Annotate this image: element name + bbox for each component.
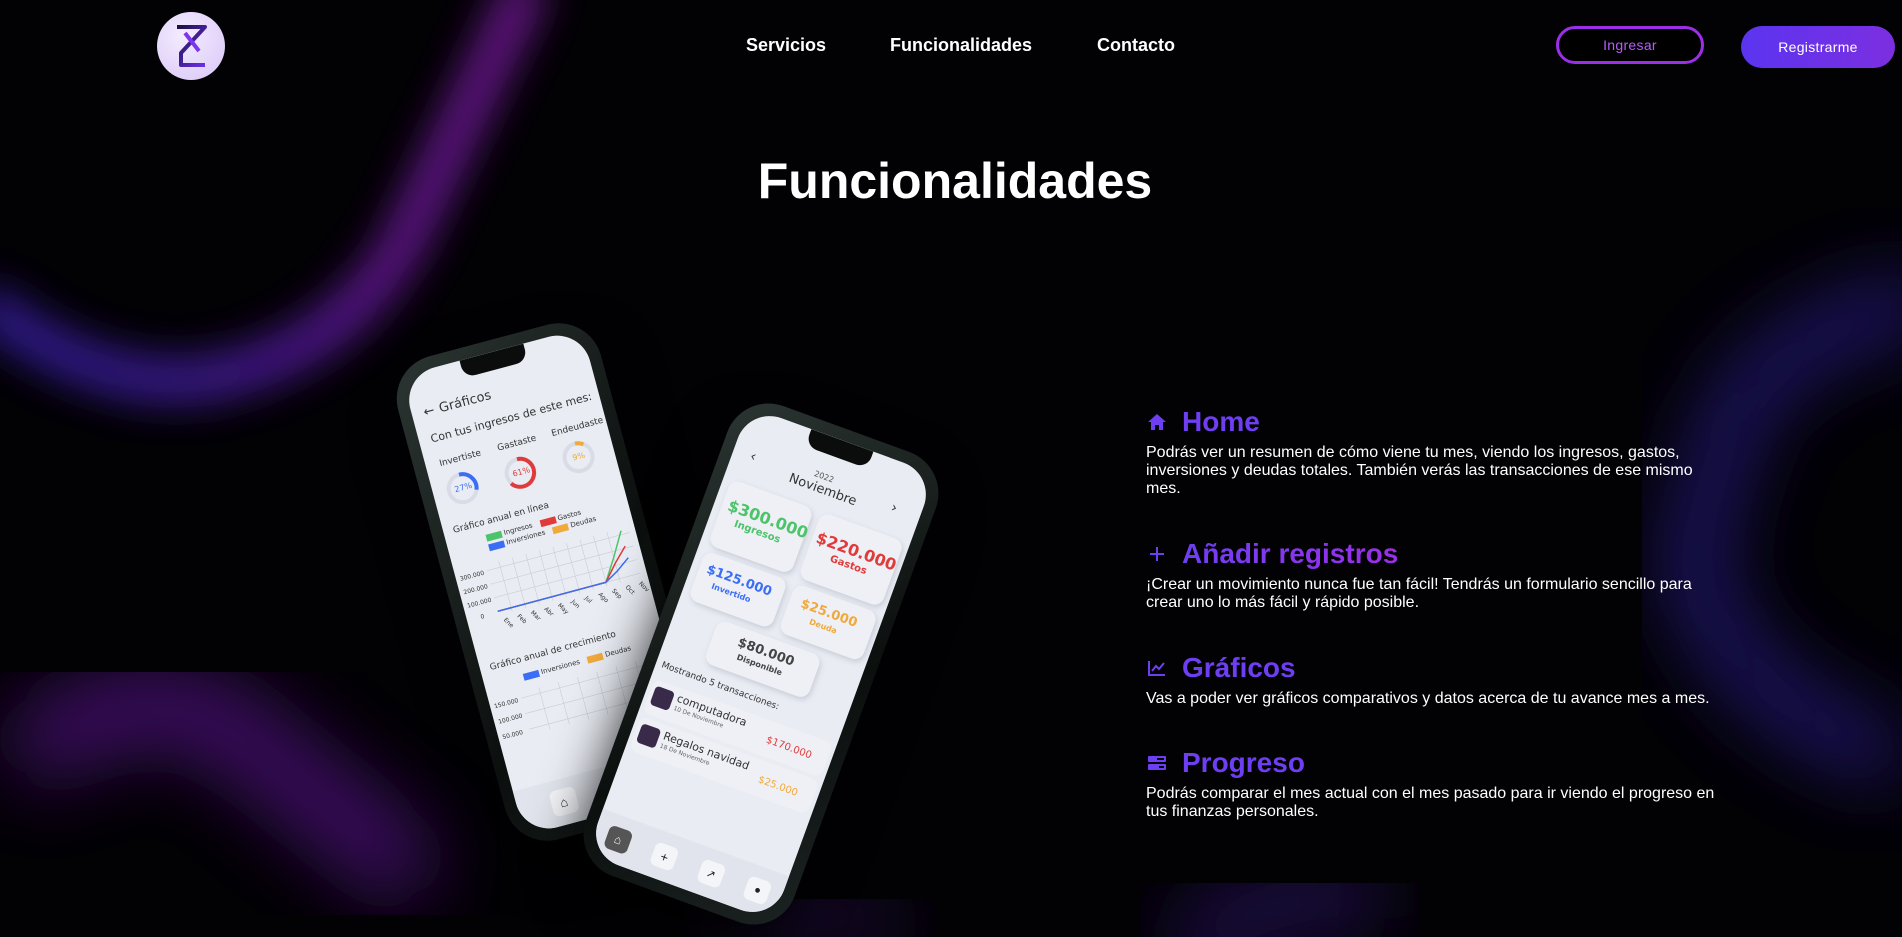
nav-link-funcionalidades[interactable]: Funcionalidades xyxy=(890,35,1032,56)
y-tick: 100.000 xyxy=(497,712,524,726)
chart-tab-icon[interactable]: ↗ xyxy=(695,858,727,889)
bottom-tabbar: ⌂ + ↗ ● xyxy=(586,808,790,922)
login-button[interactable]: Ingresar xyxy=(1556,26,1704,64)
profile-tab-icon[interactable]: ● xyxy=(742,875,773,906)
feature-description: Vas a poder ver gráficos comparativos y … xyxy=(1146,690,1710,707)
transaction-icon xyxy=(635,723,662,749)
transaction-icon xyxy=(649,685,676,712)
feature-title: Gráficos xyxy=(1182,652,1296,683)
home-tab-icon[interactable]: ⌂ xyxy=(602,824,634,856)
section-title: Funcionalidades xyxy=(757,153,1153,209)
home-tab-icon[interactable]: ⌂ xyxy=(547,785,580,818)
phone-notch xyxy=(459,343,528,379)
feature-title: Progreso xyxy=(1182,747,1305,778)
nav-link-contacto[interactable]: Contacto xyxy=(1097,35,1175,56)
y-tick: 0 xyxy=(479,613,486,621)
back-arrow-icon: ← xyxy=(421,403,437,421)
progress-icon xyxy=(1146,752,1168,774)
phones-mockup: ← Gráficos Con tus ingresos de este mes:… xyxy=(386,313,970,937)
y-tick: 200.000 xyxy=(462,583,489,597)
feature-title: Home xyxy=(1182,406,1260,437)
logo-hourglass-icon xyxy=(177,25,207,67)
nav-link-servicios[interactable]: Servicios xyxy=(746,35,826,56)
register-button[interactable]: Registrarme xyxy=(1741,26,1895,68)
chart-line-icon xyxy=(1146,657,1168,679)
y-tick: 50.000 xyxy=(501,729,524,742)
y-tick: 100.000 xyxy=(466,596,493,610)
feature-add-records: Añadir registros ¡Crear un movimiento nu… xyxy=(1146,538,1726,612)
prev-month-icon[interactable]: ‹ xyxy=(748,448,759,465)
add-tab-icon[interactable]: + xyxy=(649,841,680,873)
feature-description: Podrás ver un resumen de cómo viene tu m… xyxy=(1146,444,1693,497)
next-month-icon[interactable]: › xyxy=(889,500,900,517)
feature-title: Añadir registros xyxy=(1182,538,1399,569)
y-tick: 300.000 xyxy=(459,569,486,583)
feature-description: Podrás comparar el mes actual con el mes… xyxy=(1146,785,1715,820)
logo[interactable] xyxy=(157,12,225,80)
legend-item: Deudas xyxy=(586,644,632,664)
feature-description: ¡Crear un movimiento nunca fue tan fácil… xyxy=(1146,576,1692,611)
feature-progress: Progreso Podrás comparar el mes actual c… xyxy=(1146,747,1726,821)
feature-home: Home Podrás ver un resumen de cómo viene… xyxy=(1146,406,1726,498)
y-tick: 150.000 xyxy=(493,697,520,711)
screen-title: Gráficos xyxy=(437,387,493,417)
plus-icon xyxy=(1146,543,1168,565)
feature-charts: Gráficos Vas a poder ver gráficos compar… xyxy=(1146,652,1726,708)
landing-page: Servicios Funcionalidades Contacto Ingre… xyxy=(0,0,1902,937)
home-icon xyxy=(1146,411,1168,433)
phone-notch xyxy=(805,429,874,469)
